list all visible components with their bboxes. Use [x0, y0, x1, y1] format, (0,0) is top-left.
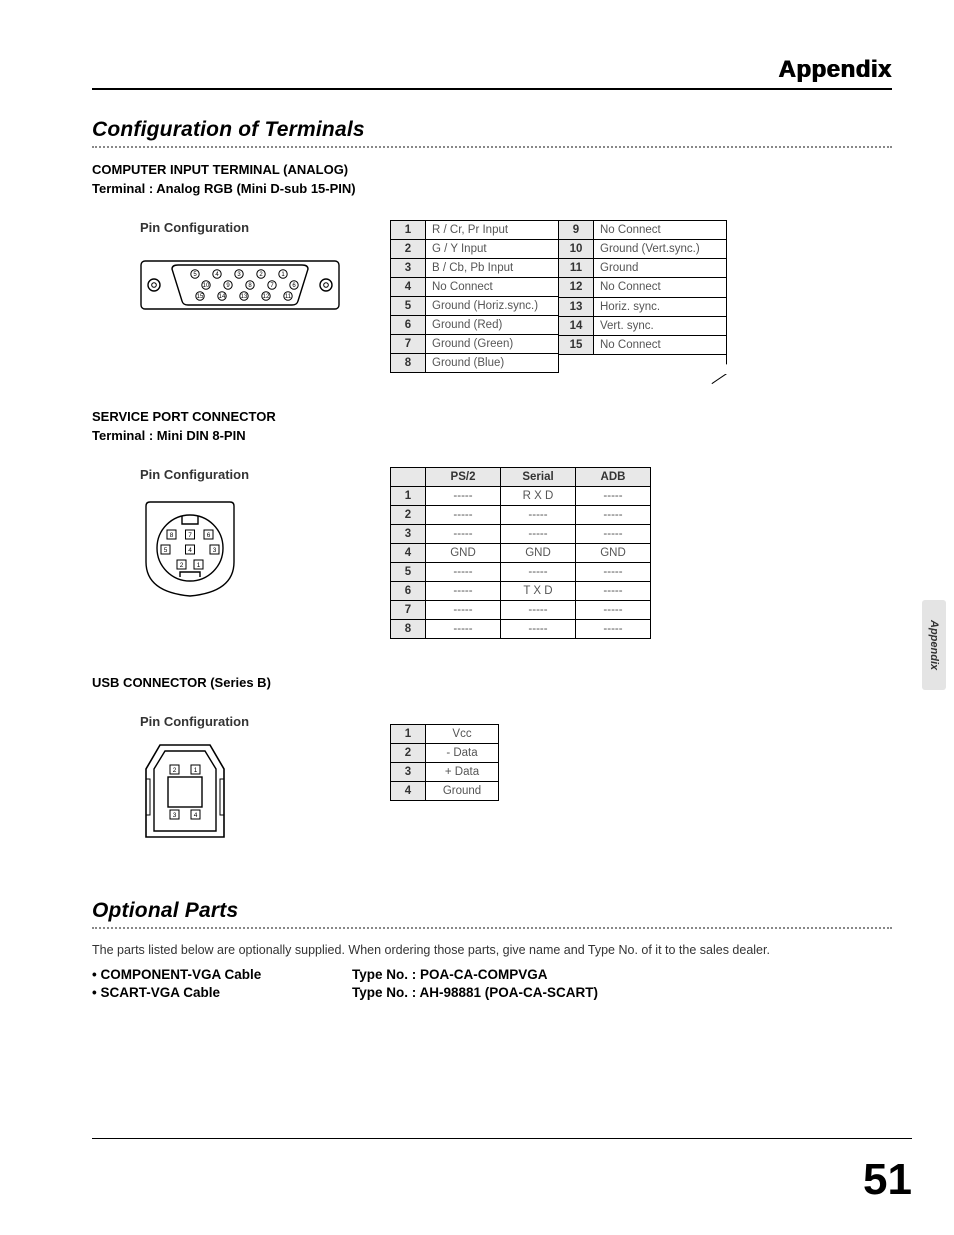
- table-row: 7Ground (Green): [391, 335, 559, 354]
- page-header-title: Appendix: [92, 56, 892, 84]
- usb-heading: USB CONNECTOR (Series B): [92, 675, 892, 690]
- table-row: 4Ground: [391, 782, 499, 801]
- service-port-heading: SERVICE PORT CONNECTOR: [92, 409, 892, 424]
- table-row: 8Ground (Blue): [391, 354, 559, 373]
- table-row: 10Ground (Vert.sync.): [559, 240, 727, 259]
- table-row: 4GNDGNDGND: [391, 544, 651, 563]
- table-row: 1Vcc: [391, 725, 499, 744]
- table-row: 6Ground (Red): [391, 316, 559, 335]
- optional-intro: The parts listed below are optionally su…: [92, 943, 892, 957]
- table-row: 12No Connect: [559, 278, 727, 297]
- analog-rgb-terminal: Terminal : Analog RGB (Mini D-sub 15-PIN…: [92, 181, 892, 196]
- din-pin-table: PS/2 Serial ADB 1-----R X D----- 2------…: [390, 467, 651, 639]
- svg-text:14: 14: [219, 294, 226, 300]
- table-row: 3+ Data: [391, 763, 499, 782]
- pin-config-label-din: Pin Configuration: [140, 467, 370, 482]
- svg-text:3: 3: [213, 547, 217, 554]
- side-tab: Appendix: [922, 600, 946, 690]
- svg-text:11: 11: [285, 294, 292, 300]
- svg-text:5: 5: [164, 547, 168, 554]
- svg-text:9: 9: [226, 283, 230, 289]
- table-row: 5---------------: [391, 563, 651, 582]
- optional-item: • COMPONENT-VGA Cable Type No. : POA-CA-…: [92, 967, 892, 982]
- svg-text:6: 6: [207, 532, 211, 539]
- mini-din-terminal: Terminal : Mini DIN 8-PIN: [92, 428, 892, 443]
- table-row: 1R / Cr, Pr Input: [391, 221, 559, 240]
- dsub-pin-table-right: 9No Connect 10Ground (Vert.sync.) 11Grou…: [558, 220, 727, 373]
- svg-text:4: 4: [215, 272, 219, 278]
- table-row: 3---------------: [391, 525, 651, 544]
- dsub-connector-icon: 5 4 3 2 1 10 9 8 7 6 15 14 13 12: [140, 245, 340, 325]
- svg-text:1: 1: [194, 767, 198, 774]
- side-tab-label: Appendix: [928, 620, 940, 670]
- table-row: 2---------------: [391, 506, 651, 525]
- svg-text:4: 4: [188, 547, 192, 554]
- section-terminals: Configuration of Terminals COMPUTER INPU…: [92, 118, 892, 373]
- table-row: 9No Connect: [559, 221, 727, 240]
- svg-text:5: 5: [193, 272, 197, 278]
- svg-text:3: 3: [173, 812, 177, 819]
- table-row: 13Horiz. sync.: [559, 297, 727, 316]
- header: Appendix: [92, 56, 892, 90]
- optional-item: • SCART-VGA Cable Type No. : AH-98881 (P…: [92, 985, 892, 1000]
- usb-pin-table: 1Vcc 2- Data 3+ Data 4Ground: [390, 724, 499, 801]
- section-title-optional: Optional Parts: [92, 899, 892, 929]
- table-row: 2G / Y Input: [391, 240, 559, 259]
- svg-text:15: 15: [197, 294, 204, 300]
- svg-text:1: 1: [281, 272, 285, 278]
- svg-text:10: 10: [203, 283, 210, 289]
- section-service-port: SERVICE PORT CONNECTOR Terminal : Mini D…: [92, 409, 892, 639]
- pin-config-label-dsub: Pin Configuration: [140, 220, 370, 235]
- svg-text:12: 12: [263, 294, 270, 300]
- pin-config-label-usb: Pin Configuration: [140, 714, 370, 729]
- svg-text:3: 3: [237, 272, 241, 278]
- svg-text:8: 8: [170, 532, 174, 539]
- svg-text:2: 2: [173, 767, 177, 774]
- table-row: 15No Connect: [559, 335, 727, 354]
- dsub-pin-table-left: 1R / Cr, Pr Input 2G / Y Input 3B / Cb, …: [390, 220, 559, 373]
- svg-text:4: 4: [194, 812, 198, 819]
- svg-text:7: 7: [270, 283, 274, 289]
- svg-text:13: 13: [241, 294, 248, 300]
- table-row: 4No Connect: [391, 278, 559, 297]
- footer-rule: [92, 1138, 912, 1139]
- page-number: 51: [863, 1155, 912, 1205]
- section-usb: USB CONNECTOR (Series B) Pin Configurati…: [92, 675, 892, 849]
- section-title-terminals: Configuration of Terminals: [92, 118, 892, 148]
- svg-text:8: 8: [248, 283, 252, 289]
- table-row: 3B / Cb, Pb Input: [391, 259, 559, 278]
- svg-text:2: 2: [259, 272, 263, 278]
- table-row: 14Vert. sync.: [559, 316, 727, 335]
- table-row: 7---------------: [391, 601, 651, 620]
- svg-text:2: 2: [180, 562, 184, 569]
- table-row: 2- Data: [391, 744, 499, 763]
- usb-b-connector-icon: 2 1 3 4: [140, 739, 230, 844]
- svg-text:1: 1: [197, 562, 201, 569]
- table-row: 6-----T X D-----: [391, 582, 651, 601]
- svg-text:7: 7: [188, 532, 192, 539]
- table-row: 8---------------: [391, 620, 651, 639]
- table-row: 5Ground (Horiz.sync.): [391, 297, 559, 316]
- svg-text:6: 6: [292, 283, 296, 289]
- table-row: 11Ground: [559, 259, 727, 278]
- section-optional-parts: Optional Parts The parts listed below ar…: [92, 899, 892, 1000]
- table-row: [559, 354, 727, 373]
- mini-din-connector-icon: 8 7 6 5 4 3 2 1: [140, 492, 240, 602]
- table-row: 1-----R X D-----: [391, 487, 651, 506]
- computer-input-heading: COMPUTER INPUT TERMINAL (ANALOG): [92, 162, 892, 177]
